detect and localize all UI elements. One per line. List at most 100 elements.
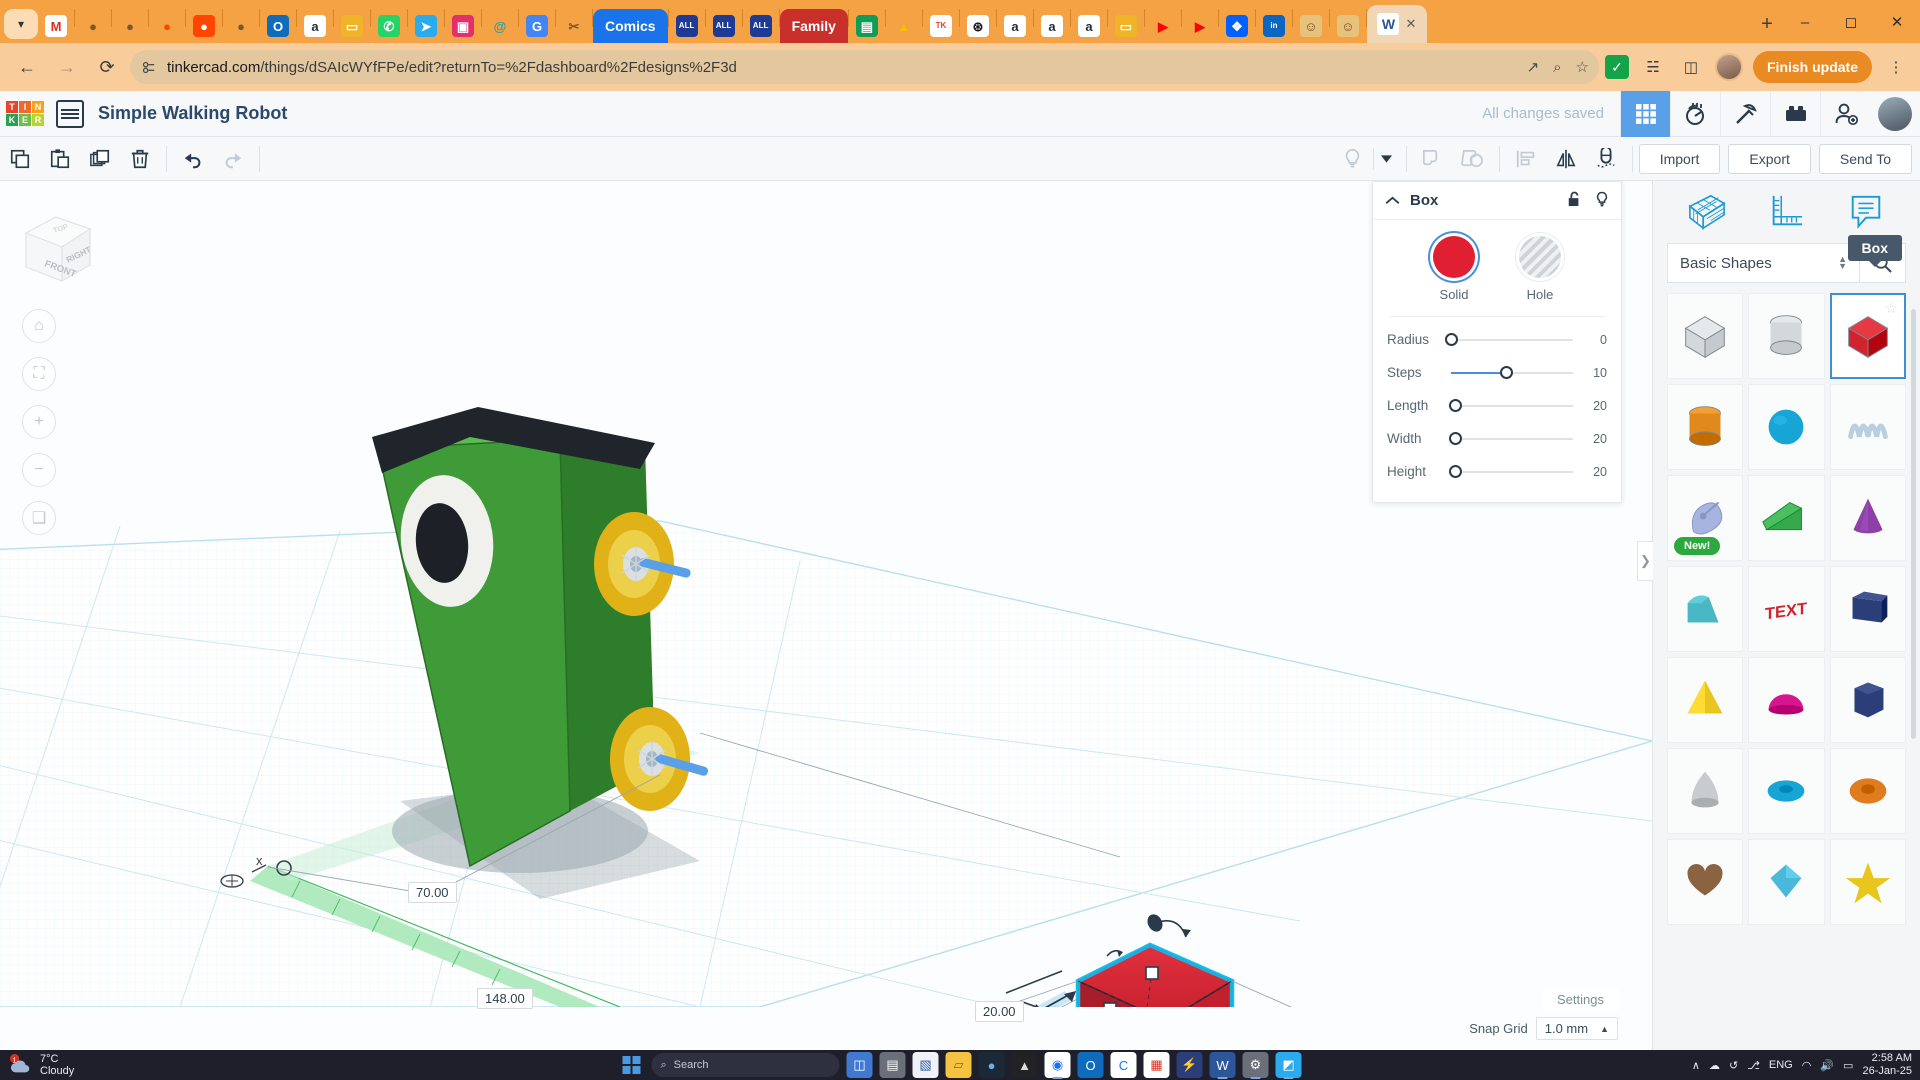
- length-slider[interactable]: [1448, 398, 1573, 412]
- wifi-icon[interactable]: ◠: [1802, 1059, 1812, 1072]
- shape-cylinder[interactable]: [1667, 384, 1744, 470]
- shape-scribble[interactable]: New!: [1667, 475, 1744, 561]
- weather-widget[interactable]: 1 7°C Cloudy: [8, 1053, 178, 1077]
- browser-tab-google-translate[interactable]: G: [519, 9, 555, 43]
- browser-tab-family[interactable]: Family: [779, 9, 848, 43]
- browser-tab-comics[interactable]: Comics: [593, 9, 668, 43]
- collapse-panel-button[interactable]: ❯: [1637, 541, 1653, 581]
- copilot-button[interactable]: C: [1110, 1052, 1137, 1078]
- send-to-button[interactable]: Send To: [1818, 143, 1912, 174]
- address-bar[interactable]: tinkercad.com/things/dSAIcWYfFPe/edit?re…: [130, 50, 1599, 84]
- task-view-button[interactable]: ◫: [846, 1052, 873, 1078]
- browser-tab-amazon-3[interactable]: a: [1034, 9, 1070, 43]
- minimize-button[interactable]: –: [1782, 7, 1828, 37]
- bluetooth-icon[interactable]: ⎇: [1747, 1059, 1760, 1072]
- snap-grid-select[interactable]: 1.0 mm ▲: [1535, 1017, 1618, 1040]
- bookmark-star-icon[interactable]: ☆: [1576, 58, 1589, 76]
- mirror-icon[interactable]: [1546, 137, 1586, 181]
- file-explorer-button[interactable]: ▱: [945, 1052, 972, 1078]
- browser-tab-telegram[interactable]: ➤: [408, 9, 444, 43]
- browser-tab-openai[interactable]: ⊛: [960, 9, 996, 43]
- browser-tab-all-comics-3[interactable]: ALL: [743, 9, 779, 43]
- dropdown-caret-icon[interactable]: [1374, 137, 1400, 181]
- zoom-in-button[interactable]: +: [22, 405, 56, 439]
- shape-half-sphere[interactable]: [1748, 657, 1825, 743]
- import-button[interactable]: Import: [1638, 143, 1721, 174]
- settings-button[interactable]: Settings: [1543, 988, 1618, 1011]
- shape-cone-round[interactable]: [1667, 748, 1744, 834]
- home-view-button[interactable]: ⌂: [22, 309, 56, 343]
- paste-icon[interactable]: [40, 137, 80, 181]
- user-avatar[interactable]: [1878, 96, 1912, 131]
- browser-tab-reddit-2[interactable]: ●: [186, 9, 222, 43]
- collapse-inspector-icon[interactable]: [1385, 192, 1400, 210]
- steam-button[interactable]: ●: [978, 1052, 1005, 1078]
- height-value[interactable]: 20: [1581, 465, 1607, 479]
- browser-tab-youtube[interactable]: ▶: [1145, 9, 1181, 43]
- start-button[interactable]: [619, 1052, 645, 1078]
- view-cube[interactable]: FRONT RIGHT TOP: [18, 209, 98, 289]
- browser-tab-sheets[interactable]: ▤: [849, 9, 885, 43]
- shape-pyramid[interactable]: [1667, 657, 1744, 743]
- steps-slider[interactable]: [1451, 365, 1573, 379]
- browser-tab-linkedin[interactable]: in: [1256, 9, 1292, 43]
- settings-button[interactable]: ⚙: [1242, 1052, 1269, 1079]
- reload-button[interactable]: ⟳: [90, 50, 124, 84]
- browser-tab-instagram[interactable]: ▣: [445, 9, 481, 43]
- zoom-out-button[interactable]: −: [22, 453, 56, 487]
- onedrive-icon[interactable]: ☁: [1709, 1059, 1720, 1072]
- zoom-icon[interactable]: ⌕: [1553, 59, 1561, 76]
- chevron-updown-icon[interactable]: ▲ ▼: [1838, 255, 1847, 271]
- browser-tab-gmail[interactable]: M: [38, 9, 74, 43]
- photos-button[interactable]: ◩: [1275, 1052, 1302, 1079]
- store-button[interactable]: ▧: [912, 1052, 939, 1078]
- height-slider[interactable]: [1448, 464, 1573, 478]
- volume-icon[interactable]: 🔊: [1820, 1059, 1834, 1072]
- ruler-icon[interactable]: [1763, 189, 1809, 235]
- profile-avatar[interactable]: [1715, 53, 1743, 81]
- new-tab-button[interactable]: +: [1752, 9, 1782, 39]
- outlook-button[interactable]: O: [1077, 1052, 1104, 1078]
- shape-polygon[interactable]: [1829, 657, 1906, 743]
- cloud-sync-icon[interactable]: ↺: [1729, 1059, 1738, 1072]
- back-button[interactable]: ←: [10, 50, 44, 84]
- browser-tab-amazon[interactable]: a: [297, 9, 333, 43]
- shape-star[interactable]: [1829, 839, 1906, 925]
- taskbar-search[interactable]: ⌕ Search: [651, 1053, 840, 1077]
- extensions-puzzle-icon[interactable]: ☵: [1639, 53, 1667, 81]
- widgets-button[interactable]: ▤: [879, 1052, 906, 1078]
- shape-heart[interactable]: [1667, 839, 1744, 925]
- solid-swatch-button[interactable]: Solid: [1433, 236, 1475, 304]
- shape-paraboloid[interactable]: [1829, 384, 1906, 470]
- align-icon[interactable]: [1506, 137, 1546, 181]
- close-tab-button[interactable]: ✕: [1405, 16, 1416, 32]
- battery-icon[interactable]: ▭: [1843, 1059, 1853, 1072]
- shape-diamond[interactable]: [1748, 839, 1825, 925]
- shapes-scrollbar[interactable]: [1911, 309, 1916, 739]
- browser-tab-youtube-2[interactable]: ▶: [1182, 9, 1218, 43]
- visibility-bulb-icon[interactable]: [1595, 191, 1609, 211]
- browser-tab-tinkercad[interactable]: TK: [923, 9, 959, 43]
- export-button[interactable]: Export: [1728, 143, 1811, 174]
- browser-tab-amazon-4[interactable]: a: [1071, 9, 1107, 43]
- browser-tab-scissors[interactable]: ✂: [556, 9, 592, 43]
- shape-tube[interactable]: [1829, 566, 1906, 652]
- width-value[interactable]: 20: [1581, 432, 1607, 446]
- group-icon[interactable]: [1413, 137, 1453, 181]
- blocks-grid-icon[interactable]: [1620, 90, 1670, 137]
- hole-swatch-button[interactable]: Hole: [1519, 236, 1561, 304]
- radius-value[interactable]: 0: [1581, 333, 1607, 347]
- steps-value[interactable]: 10: [1581, 366, 1607, 380]
- tinkercad-logo[interactable]: TIN KER: [6, 101, 44, 126]
- ungroup-icon[interactable]: [1453, 137, 1493, 181]
- lock-icon[interactable]: [1567, 191, 1581, 211]
- browser-tab-dropbox[interactable]: ❖: [1219, 9, 1255, 43]
- word-button[interactable]: W: [1209, 1052, 1236, 1079]
- duplicate-icon[interactable]: [80, 137, 120, 181]
- browser-tab-google-drive[interactable]: ▲: [886, 9, 922, 43]
- height-slider-knob[interactable]: [1448, 464, 1462, 478]
- shape-wedge[interactable]: [1748, 475, 1825, 561]
- forward-button[interactable]: →: [50, 50, 84, 84]
- browser-tab-reddit[interactable]: ●: [149, 9, 185, 43]
- browser-tab-notes-2[interactable]: ▭: [1108, 9, 1144, 43]
